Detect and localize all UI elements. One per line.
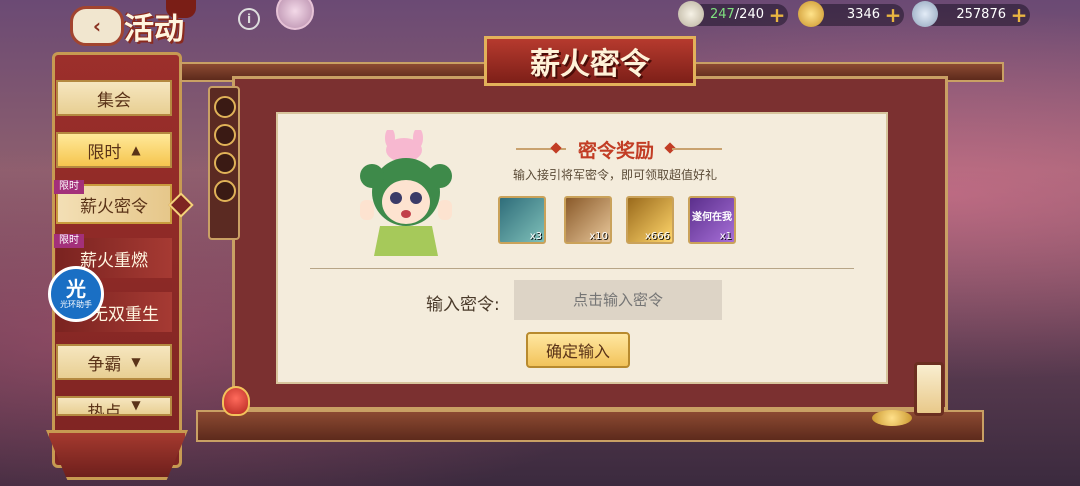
bun-icon [678,1,704,27]
code-input-label: 输入密令: [426,295,500,315]
sidebar-item-label: 争霸 [87,354,122,375]
sidebar-base [46,430,188,480]
reward-item[interactable]: 遂何在我 x1 [688,196,736,244]
reward-qty: x666 [644,231,670,242]
sidebar-item-limited[interactable]: 限时 ▲ [56,132,172,168]
chibi-character-icon [360,130,452,256]
lucky-bag-icon [222,386,250,416]
divider [310,268,854,269]
gold-ingot-icon [628,198,672,232]
add-stamina-button[interactable]: + [768,5,786,25]
jade-card-icon [500,198,544,232]
chevron-up-icon: ▲ [131,143,141,157]
stamina-current: 247 [709,7,735,22]
portrait-scroll-icon [566,198,610,232]
info-icon[interactable]: i [238,8,260,30]
add-gold-button[interactable]: + [884,5,902,25]
chevron-down-icon: ▼ [131,355,141,369]
reward-subtitle: 输入接引将军密令，即可领取超值好礼 [512,168,717,182]
panel-title: 薪火密令 [484,36,696,86]
reward-qty: x10 [589,231,608,242]
sidebar-item-contest[interactable]: 争霸 ▼ [56,344,172,380]
back-arrow-icon: ‹ [92,14,102,38]
assistant-label: 光环助手 [60,300,92,309]
chevron-down-icon: ▼ [131,398,141,412]
title-decoration-line [672,148,722,150]
back-button[interactable]: ‹ [70,6,124,46]
reward-item[interactable]: x3 [498,196,546,244]
coin-icon [214,124,236,146]
page-title: 活动 [124,12,184,47]
sidebar-item-gathering[interactable]: 集会 [56,80,172,116]
frame-bottom-beam [196,410,984,442]
reward-item[interactable]: x10 [564,196,612,244]
gold-coins-icon [872,410,912,426]
coin-ornament [208,86,240,240]
stamina-counter: 247/240 + [678,1,788,27]
sidebar-item-label: 薪火密令 [80,196,148,217]
sidebar-item-label: 薪火重燃 [80,250,148,271]
limited-tag: 限时 [54,180,84,194]
sidebar-item-hot[interactable]: 热点 ▼ [56,396,172,416]
lantern-icon [914,362,944,416]
stamina-max: /240 [734,7,764,22]
coin-icon [214,180,236,202]
sidebar-item-label: 热点 [87,403,122,416]
sidebar-item-label: 限时 [87,142,122,163]
assistant-floating-button[interactable]: 光 光环助手 [48,266,104,322]
gold-counter: 3346 + [798,1,904,27]
coin-counter: 257876 + [912,1,1030,27]
add-coin-button[interactable]: + [1010,5,1028,25]
coin-icon [214,96,236,118]
reward-qty: x1 [719,231,732,242]
sidebar-item-label: 集会 [97,90,131,111]
limited-tag: 限时 [54,234,84,248]
code-input[interactable] [514,280,722,320]
reward-title: 密令奖励 [577,140,654,162]
gold-ingot-icon [798,1,824,27]
confirm-button[interactable]: 确定输入 [526,332,630,368]
coin-value: 257876 [956,7,1006,22]
purple-frame-icon: 遂何在我 [692,211,732,223]
reward-qty: x3 [529,231,542,242]
reward-item[interactable]: x666 [626,196,674,244]
assistant-icon: 光 [66,277,86,301]
gold-value: 3346 [846,7,880,22]
coin-icon [214,152,236,174]
coin-icon [912,1,938,27]
